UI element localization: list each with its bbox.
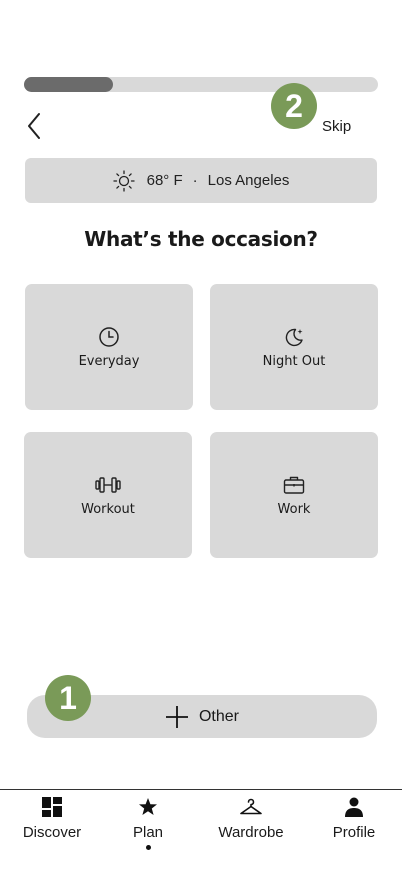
nav-item-profile[interactable]: Profile (314, 796, 394, 841)
nav-item-wardrobe[interactable]: Wardrobe (206, 796, 296, 841)
briefcase-icon (283, 474, 305, 496)
nav-label: Discover (22, 824, 82, 841)
skip-button[interactable]: Skip (322, 118, 351, 135)
occasion-workout[interactable]: Workout (24, 432, 192, 558)
nav-label: Plan (132, 824, 164, 841)
hanger-icon (239, 796, 263, 818)
active-indicator (145, 845, 151, 850)
clock-icon (98, 326, 120, 348)
weather-separator: · (192, 172, 198, 189)
bottom-nav: Discover Plan Wardrobe Profile (0, 789, 402, 875)
progress-bar-fill (24, 77, 113, 92)
progress-bar (24, 77, 378, 92)
dumbbell-icon (95, 474, 121, 496)
star-icon (138, 796, 158, 818)
nav-item-plan[interactable]: Plan (108, 796, 188, 850)
step-badge-1: 1 (45, 675, 91, 721)
occasion-label: Everyday (78, 353, 140, 369)
other-button-label: Other (198, 707, 239, 725)
occasion-work[interactable]: Work (210, 432, 378, 558)
weather-temperature: 68° F (146, 172, 183, 189)
weather-info: 68° F · Los Angeles (25, 158, 377, 203)
back-button[interactable] (20, 110, 48, 142)
person-icon (344, 796, 364, 818)
occasion-night-out[interactable]: Night Out (210, 284, 378, 410)
nav-label: Profile (332, 824, 376, 841)
plus-icon (165, 705, 189, 729)
page-title: What’s the occasion? (84, 227, 318, 251)
sun-icon (112, 169, 135, 192)
weather-location: Los Angeles (207, 172, 290, 189)
occasion-label: Night Out (262, 353, 326, 369)
occasion-label: Workout (81, 501, 135, 517)
moon-stars-icon (283, 326, 305, 348)
grid-icon (42, 796, 62, 818)
occasion-everyday[interactable]: Everyday (25, 284, 193, 410)
nav-item-discover[interactable]: Discover (12, 796, 92, 841)
step-badge-2: 2 (271, 83, 317, 129)
nav-label: Wardrobe (218, 824, 284, 841)
occasion-label: Work (277, 501, 311, 517)
chevron-left-icon (28, 113, 40, 139)
